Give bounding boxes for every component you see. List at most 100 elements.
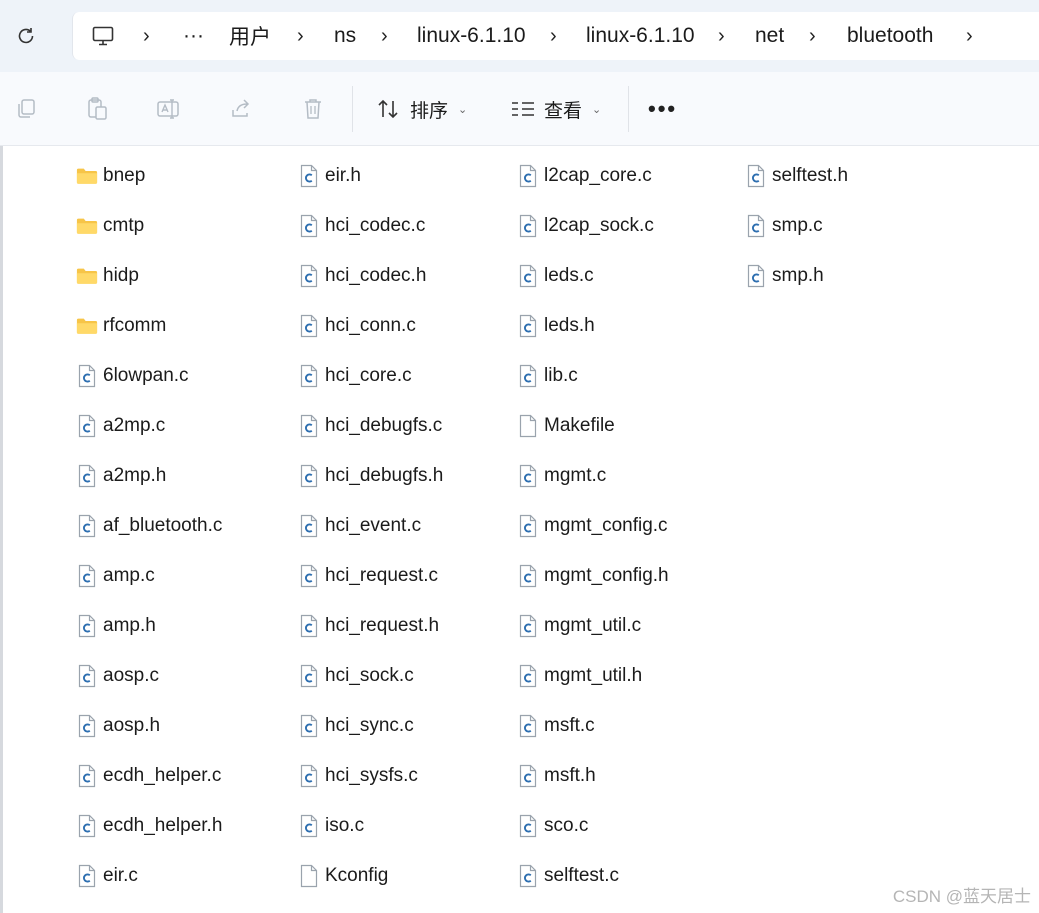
file-item[interactable]: ecdh_helper.h xyxy=(76,811,222,841)
file-name: mgmt_util.c xyxy=(544,615,642,636)
breadcrumb-separator[interactable]: › xyxy=(718,12,725,60)
file-item[interactable]: a2mp.h xyxy=(76,461,166,491)
file-item[interactable]: hci_request.c xyxy=(298,561,438,591)
file-item[interactable]: eir.c xyxy=(76,861,138,891)
file-item[interactable]: aosp.h xyxy=(76,711,160,741)
c-source-file-icon xyxy=(517,713,539,739)
file-item[interactable]: hci_core.c xyxy=(298,361,412,391)
copy-icon xyxy=(18,99,35,118)
breadcrumb-item-ns[interactable]: ns xyxy=(334,12,356,60)
breadcrumb-item-linux-2[interactable]: linux-6.1.10 xyxy=(586,12,695,60)
file-item[interactable]: mgmt_config.c xyxy=(517,511,668,541)
file-item[interactable]: hci_codec.h xyxy=(298,261,426,291)
file-item[interactable]: Kconfig xyxy=(298,861,388,891)
file-item[interactable]: aosp.c xyxy=(76,661,159,691)
file-item[interactable]: sco.c xyxy=(517,811,588,841)
file-name: hci_debugfs.h xyxy=(325,465,444,486)
c-source-file-icon xyxy=(76,763,98,789)
breadcrumb-overflow[interactable]: ··· xyxy=(183,12,204,60)
file-name: mgmt.c xyxy=(544,465,607,486)
file-item[interactable]: lib.c xyxy=(517,361,578,391)
folder-item[interactable]: hidp xyxy=(76,261,139,291)
file-item[interactable]: smp.c xyxy=(745,211,823,241)
file-item[interactable]: hci_request.h xyxy=(298,611,439,641)
breadcrumb-separator[interactable]: › xyxy=(143,12,150,60)
c-source-file-icon xyxy=(76,463,98,489)
file-item[interactable]: mgmt.c xyxy=(517,461,606,491)
sort-button[interactable]: 排序 ⌄ xyxy=(376,90,467,128)
rename-button[interactable] xyxy=(149,90,189,128)
file-name: hci_event.c xyxy=(325,515,422,536)
file-item[interactable]: msft.h xyxy=(517,761,596,791)
copy-button[interactable] xyxy=(6,90,46,128)
file-item[interactable]: mgmt_util.c xyxy=(517,611,641,641)
breadcrumb-item-users[interactable]: 用户 xyxy=(229,12,271,60)
breadcrumb-separator[interactable]: › xyxy=(381,12,388,60)
breadcrumb-item-linux-1[interactable]: linux-6.1.10 xyxy=(417,12,526,60)
file-name: cmtp xyxy=(103,215,145,236)
c-source-file-icon xyxy=(76,863,98,889)
file-item[interactable]: Makefile xyxy=(517,411,615,441)
paste-button[interactable] xyxy=(77,90,117,128)
file-item[interactable]: eir.h xyxy=(298,161,361,191)
delete-button[interactable] xyxy=(293,90,333,128)
file-item[interactable]: af_bluetooth.c xyxy=(76,511,222,541)
file-item[interactable]: hci_conn.c xyxy=(298,311,416,341)
breadcrumb-separator[interactable]: › xyxy=(809,12,816,60)
file-name: af_bluetooth.c xyxy=(103,515,223,536)
breadcrumb[interactable]: › ··· 用户 › ns › linux-6.1.10 › linux-6.1… xyxy=(72,12,1039,60)
folder-item[interactable]: bnep xyxy=(76,161,145,191)
c-source-file-icon xyxy=(76,613,98,639)
file-item[interactable]: hci_sync.c xyxy=(298,711,414,741)
c-source-file-icon xyxy=(517,463,539,489)
file-item[interactable]: selftest.c xyxy=(517,861,619,891)
file-item[interactable]: leds.h xyxy=(517,311,595,341)
file-item[interactable]: hci_debugfs.c xyxy=(298,411,442,441)
file-item[interactable]: mgmt_config.h xyxy=(517,561,669,591)
file-name: hci_sysfs.c xyxy=(325,765,418,786)
file-item[interactable]: l2cap_sock.c xyxy=(517,211,654,241)
file-name: leds.h xyxy=(544,315,595,336)
file-item[interactable]: a2mp.c xyxy=(76,411,165,441)
file-name: hci_debugfs.c xyxy=(325,415,443,436)
breadcrumb-separator[interactable]: › xyxy=(966,12,973,60)
share-button[interactable] xyxy=(221,90,261,128)
file-item[interactable]: amp.h xyxy=(76,611,156,641)
c-source-file-icon xyxy=(517,863,539,889)
file-item[interactable]: selftest.h xyxy=(745,161,848,191)
more-options-button[interactable]: ••• xyxy=(648,90,677,128)
file-item[interactable]: 6lowpan.c xyxy=(76,361,189,391)
file-item[interactable]: msft.c xyxy=(517,711,595,741)
c-source-file-icon xyxy=(76,363,98,389)
file-item[interactable]: smp.h xyxy=(745,261,824,291)
file-name: selftest.c xyxy=(544,865,619,886)
this-pc-button[interactable] xyxy=(91,12,115,60)
plain-file-icon xyxy=(298,863,320,889)
file-item[interactable]: ecdh_helper.c xyxy=(76,761,221,791)
rename-icon xyxy=(157,99,179,119)
c-source-file-icon xyxy=(298,763,320,789)
folder-item[interactable]: cmtp xyxy=(76,211,144,241)
file-item[interactable]: mgmt_util.h xyxy=(517,661,642,691)
file-item[interactable]: hci_sysfs.c xyxy=(298,761,418,791)
file-item[interactable]: l2cap_core.c xyxy=(517,161,652,191)
file-item[interactable]: leds.c xyxy=(517,261,594,291)
file-item[interactable]: hci_sock.c xyxy=(298,661,414,691)
file-name: bnep xyxy=(103,165,146,186)
toolbar-divider xyxy=(352,86,353,132)
file-item[interactable]: hci_codec.c xyxy=(298,211,425,241)
refresh-button[interactable] xyxy=(12,22,40,50)
monitor-icon xyxy=(92,26,114,46)
breadcrumb-separator[interactable]: › xyxy=(550,12,557,60)
file-item[interactable]: hci_debugfs.h xyxy=(298,461,443,491)
breadcrumb-item-bluetooth[interactable]: bluetooth xyxy=(847,12,933,60)
view-button[interactable]: 查看 ⌄ xyxy=(510,90,601,128)
file-item[interactable]: amp.c xyxy=(76,561,155,591)
breadcrumb-separator[interactable]: › xyxy=(297,12,304,60)
file-item[interactable]: iso.c xyxy=(298,811,364,841)
file-item[interactable]: hci_event.c xyxy=(298,511,421,541)
folder-item[interactable]: rfcomm xyxy=(76,311,166,341)
breadcrumb-item-net[interactable]: net xyxy=(755,12,784,60)
c-source-file-icon xyxy=(745,263,767,289)
c-source-file-icon xyxy=(76,413,98,439)
